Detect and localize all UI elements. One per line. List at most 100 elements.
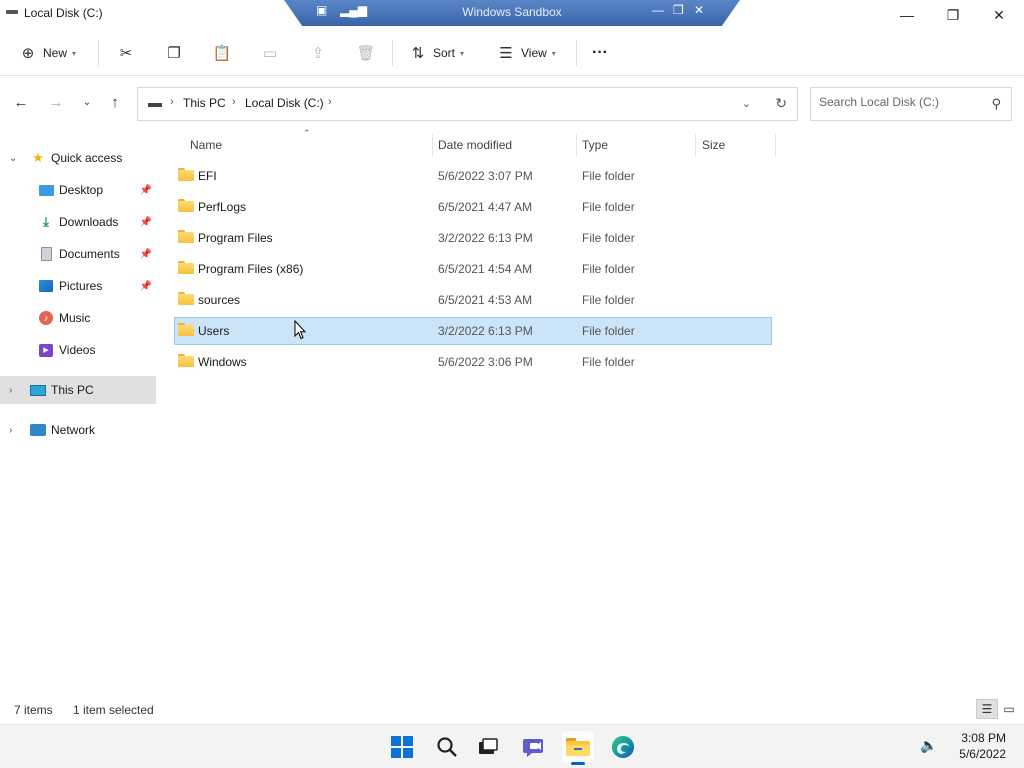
chevron-right-icon[interactable]: › (232, 96, 236, 108)
sandbox-restore-button[interactable]: ❐ (673, 3, 684, 17)
file-type: File folder (582, 262, 635, 276)
taskbar: 🔈 3:08 PM 5/6/2022 (0, 724, 1024, 768)
file-name: sources (198, 293, 241, 307)
chevron-down-icon[interactable]: ⌄ (9, 153, 17, 164)
file-name: Program Files (198, 231, 273, 245)
start-icon[interactable] (386, 731, 418, 763)
up-button[interactable]: ↑ (104, 94, 126, 111)
sidebar-item-desktop[interactable]: Desktop 📌 (0, 176, 156, 204)
column-header-size[interactable]: Size (702, 132, 725, 158)
sort-button[interactable]: ⇅ Sort ▾ (408, 38, 464, 68)
clock-time: 3:08 PM (961, 731, 1006, 745)
forward-button[interactable]: → (45, 94, 67, 111)
task-view-icon[interactable] (472, 731, 504, 763)
file-row[interactable]: EFI 5/6/2022 3:07 PM File folder (174, 162, 772, 190)
column-divider[interactable] (432, 134, 433, 156)
sort-ascending-icon: ⌃ (303, 128, 311, 138)
pin-icon: 📌 (139, 280, 152, 292)
sidebar-item-music[interactable]: ♪ Music (0, 304, 156, 332)
file-name: EFI (198, 169, 217, 183)
file-row[interactable]: PerfLogs 6/5/2021 4:47 AM File folder (174, 193, 772, 221)
chevron-right-icon[interactable]: › (328, 96, 332, 108)
copy-button[interactable]: ❐ (164, 38, 184, 68)
column-divider[interactable] (576, 134, 577, 156)
file-row[interactable]: sources 6/5/2021 4:53 AM File folder (174, 286, 772, 314)
folder-icon (178, 168, 194, 181)
folder-icon (178, 354, 194, 367)
chevron-right-icon[interactable]: › (9, 385, 12, 396)
back-button[interactable]: ← (10, 94, 32, 111)
view-button[interactable]: ☰ View ▾ (496, 38, 556, 68)
column-header-type[interactable]: Type (582, 132, 608, 158)
new-label: New (43, 46, 68, 60)
chevron-down-icon: ▾ (72, 48, 77, 58)
file-row-selected[interactable]: Users 3/2/2022 6:13 PM File folder (174, 317, 772, 345)
file-row[interactable]: Program Files 3/2/2022 6:13 PM File fold… (174, 224, 772, 252)
search-icon[interactable]: ⚲ (991, 96, 1001, 112)
search-box[interactable]: ⚲ (810, 87, 1012, 121)
sidebar-item-quick-access[interactable]: ⌄ ★ Quick access (0, 144, 156, 172)
chevron-down-icon: ▾ (551, 48, 556, 58)
rename-button[interactable]: ▭ (260, 38, 280, 68)
file-row[interactable]: Windows 5/6/2022 3:06 PM File folder (174, 348, 772, 376)
search-icon[interactable] (431, 731, 463, 763)
sidebar-item-pictures[interactable]: Pictures 📌 (0, 272, 156, 300)
mouse-cursor-icon (294, 320, 306, 340)
details-view-button[interactable]: ☰ (976, 699, 998, 719)
sidebar-item-this-pc[interactable]: › This PC (0, 376, 156, 404)
copy-icon: ❐ (167, 45, 181, 62)
sandbox-close-button[interactable]: ✕ (694, 3, 704, 17)
system-clock[interactable]: 3:08 PM 5/6/2022 (959, 730, 1006, 762)
column-header-date[interactable]: Date modified (438, 132, 512, 158)
file-type: File folder (582, 200, 635, 214)
view-label: View (521, 46, 547, 60)
file-explorer-icon[interactable] (562, 731, 594, 765)
close-button[interactable]: ✕ (976, 0, 1022, 30)
sandbox-title: Windows Sandbox (462, 5, 562, 19)
more-options-button[interactable]: ··· (592, 38, 608, 68)
sidebar-item-documents[interactable]: Documents 📌 (0, 240, 156, 268)
folder-icon (178, 230, 194, 243)
volume-icon[interactable]: 🔈 (920, 737, 937, 754)
file-date: 6/5/2021 4:54 AM (438, 262, 533, 276)
chevron-down-icon: ▾ (460, 48, 465, 58)
refresh-button[interactable]: ↻ (775, 95, 787, 112)
teams-chat-icon[interactable] (518, 731, 550, 763)
separator (392, 40, 393, 66)
column-header-name[interactable]: Name (190, 132, 222, 158)
breadcrumb-local-disk[interactable]: Local Disk (C:) (245, 96, 324, 110)
sidebar-item-downloads[interactable]: ⤓ Downloads 📌 (0, 208, 156, 236)
cut-button[interactable]: ✂ (116, 38, 136, 68)
rename-icon: ▭ (262, 45, 278, 62)
minimize-button[interactable]: — (884, 0, 930, 30)
navigation-pane: ⌄ ★ Quick access Desktop 📌 ⤓ Downloads 📌… (0, 132, 156, 692)
address-bar[interactable]: › This PC › Local Disk (C:) › ⌄ ↻ (137, 87, 798, 121)
breadcrumb-this-pc[interactable]: This PC (183, 96, 226, 110)
sandbox-minimize-button[interactable]: — (652, 3, 664, 17)
column-divider[interactable] (775, 134, 776, 156)
file-type: File folder (582, 293, 635, 307)
tiles-view-button[interactable]: ▭ (998, 699, 1020, 719)
sidebar-label: Downloads (59, 215, 119, 229)
window-title: Local Disk (C:) (24, 6, 103, 20)
file-row[interactable]: Program Files (x86) 6/5/2021 4:54 AM Fil… (174, 255, 772, 283)
edge-icon[interactable] (607, 731, 639, 763)
address-dropdown-button[interactable]: ⌄ (742, 97, 751, 110)
address-row: ← → ⌄ ↑ › This PC › Local Disk (C:) › ⌄ … (0, 76, 1024, 132)
title-bar: Local Disk (C:) ▣ ▂▄▆ Windows Sandbox — … (0, 0, 1024, 30)
share-button[interactable]: ⇪ (308, 38, 328, 68)
search-input[interactable] (819, 95, 979, 109)
trash-icon: 🗑 (356, 45, 376, 62)
column-divider[interactable] (695, 134, 696, 156)
maximize-button[interactable]: ❐ (930, 0, 976, 30)
sidebar-item-network[interactable]: › Network (0, 416, 156, 444)
paste-button[interactable]: 📋 (212, 38, 232, 68)
sidebar-item-videos[interactable]: ▶ Videos (0, 336, 156, 364)
star-icon: ★ (32, 150, 44, 165)
recent-locations-button[interactable]: ⌄ (76, 97, 98, 108)
delete-button[interactable]: 🗑 (356, 38, 376, 68)
file-date: 3/2/2022 6:13 PM (438, 231, 533, 245)
new-button[interactable]: ⊕ New ▾ (18, 38, 76, 68)
chevron-right-icon[interactable]: › (9, 425, 12, 436)
file-type: File folder (582, 169, 635, 183)
